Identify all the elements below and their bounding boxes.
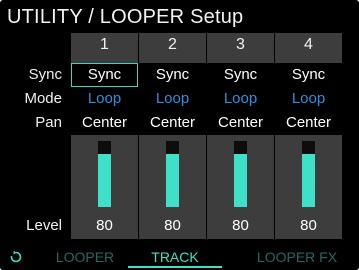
looper-setup-screen: UTILITY / LOOPER Setup Sync Mode Pan Lev… xyxy=(0,0,359,270)
track-level-meter-fill xyxy=(234,154,247,207)
tab-track[interactable]: TRACK xyxy=(128,246,222,268)
track-level-value[interactable]: 80 xyxy=(71,214,138,238)
track-pan-value[interactable]: Center xyxy=(207,111,274,135)
active-tab-underline xyxy=(128,266,222,268)
tab-looper-fx[interactable]: LOOPER FX xyxy=(238,246,356,268)
track-level-value[interactable]: 80 xyxy=(139,214,206,238)
track-column-3: 3 Sync Loop Center 80 xyxy=(207,33,274,239)
track-pan-value[interactable]: Center xyxy=(275,111,342,135)
track-column-2: 2 Sync Loop Center 80 xyxy=(139,33,206,239)
track-number: 1 xyxy=(100,36,109,53)
track-level-meter-fill xyxy=(98,154,111,207)
track-level-meter[interactable] xyxy=(166,141,179,207)
track-sync-value[interactable]: Sync xyxy=(275,63,342,87)
track-mode-value[interactable]: Loop xyxy=(71,87,138,111)
track-pan-value[interactable]: Center xyxy=(139,111,206,135)
track-level-value[interactable]: 80 xyxy=(275,214,342,238)
row-label-mode: Mode xyxy=(24,90,62,107)
row-label-sync: Sync xyxy=(28,66,62,83)
track-number: 3 xyxy=(236,36,245,53)
track-mode-value[interactable]: Loop xyxy=(139,87,206,111)
row-label-level: Level xyxy=(26,217,62,234)
track-number: 4 xyxy=(304,36,313,53)
track-sync-value[interactable]: Sync xyxy=(139,63,206,87)
back-refresh-icon[interactable] xyxy=(9,250,23,264)
track-level-meter[interactable] xyxy=(234,141,247,207)
track-pan-value[interactable]: Center xyxy=(71,111,138,135)
track-level-meter-fill xyxy=(166,154,179,207)
track-sync-value[interactable]: Sync xyxy=(71,63,138,87)
track-level-meter[interactable] xyxy=(302,141,315,207)
track-level-meter[interactable] xyxy=(98,141,111,207)
track-level-meter-fill xyxy=(302,154,315,207)
track-column-4: 4 Sync Loop Center 80 xyxy=(275,33,342,239)
tab-looper[interactable]: LOOPER xyxy=(40,246,130,268)
row-label-pan: Pan xyxy=(35,114,62,131)
page-title: UTILITY / LOOPER Setup xyxy=(7,6,244,28)
track-mode-value[interactable]: Loop xyxy=(275,87,342,111)
track-number: 2 xyxy=(168,36,177,53)
track-level-value[interactable]: 80 xyxy=(207,214,274,238)
track-mode-value[interactable]: Loop xyxy=(207,87,274,111)
track-column-1: 1 Sync Loop Center 80 xyxy=(71,33,138,239)
track-sync-value[interactable]: Sync xyxy=(207,63,274,87)
